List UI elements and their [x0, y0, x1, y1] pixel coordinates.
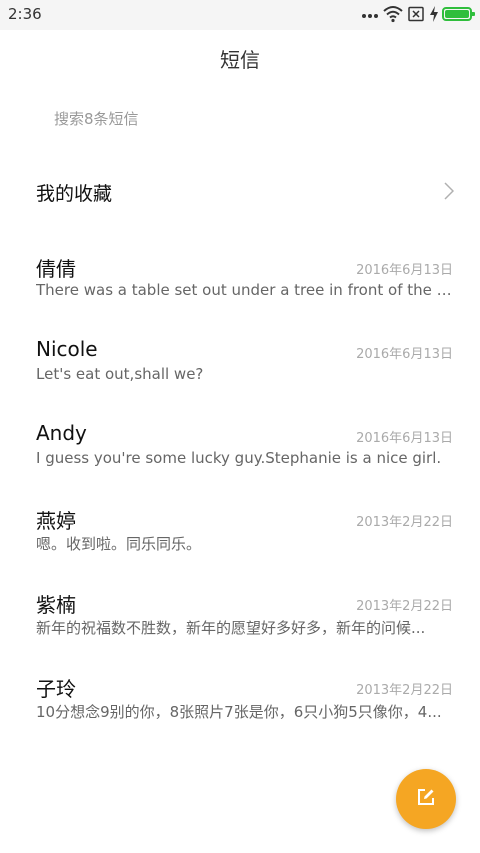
compose-icon — [416, 787, 436, 811]
message-date: 2013年2月22日 — [356, 683, 453, 698]
status-bar: 2:36 — [0, 0, 480, 30]
message-snippet: 10分想念9别的你，8张照片7张是你，6只小狗5只像你，4... — [36, 703, 442, 721]
message-snippet: I guess you're some lucky guy.Stephanie … — [36, 449, 442, 467]
favorites-label: 我的收藏 — [36, 183, 113, 205]
compose-button[interactable] — [396, 769, 456, 829]
contact-name: Nicole — [36, 337, 98, 361]
conversation-item[interactable]: 燕婷 2013年2月22日 嗯。收到啦。同乐同乐。 — [0, 492, 480, 576]
message-snippet: There was a table set out under a tree i… — [36, 281, 454, 299]
more-dots-icon — [361, 5, 379, 23]
message-snippet: 新年的祝福数不胜数，新年的愿望好多好多，新年的问候... — [36, 619, 426, 637]
chevron-right-icon — [444, 182, 455, 204]
contact-name: 燕婷 — [36, 509, 76, 533]
message-snippet: Let's eat out,shall we? — [36, 365, 204, 383]
conversation-list: 倩倩 2016年6月13日 There was a table set out … — [0, 240, 480, 744]
page-title: 短信 — [220, 48, 260, 72]
wifi-icon — [383, 5, 403, 23]
message-date: 2013年2月22日 — [356, 599, 453, 614]
contact-name: Andy — [36, 421, 87, 445]
message-date: 2016年6月13日 — [356, 347, 453, 362]
status-time: 2:36 — [8, 5, 42, 23]
status-icons — [361, 5, 475, 23]
conversation-item[interactable]: 倩倩 2016年6月13日 There was a table set out … — [0, 240, 480, 324]
message-date: 2013年2月22日 — [356, 515, 453, 530]
message-date: 2016年6月13日 — [356, 431, 453, 446]
message-date: 2016年6月13日 — [356, 263, 453, 278]
contact-name: 紫楠 — [36, 593, 76, 617]
contact-name: 子玲 — [36, 677, 76, 701]
favorites-row[interactable]: 我的收藏 — [0, 165, 480, 217]
conversation-item[interactable]: 紫楠 2013年2月22日 新年的祝福数不胜数，新年的愿望好多好多，新年的问候.… — [0, 576, 480, 660]
message-snippet: 嗯。收到啦。同乐同乐。 — [36, 535, 202, 553]
conversation-item[interactable]: Andy 2016年6月13日 I guess you're some luck… — [0, 408, 480, 492]
battery-icon — [442, 7, 475, 21]
conversation-item[interactable]: Nicole 2016年6月13日 Let's eat out,shall we… — [0, 324, 480, 408]
charging-icon — [429, 6, 439, 22]
no-sim-icon — [408, 6, 424, 22]
conversation-item[interactable]: 子玲 2013年2月22日 10分想念9别的你，8张照片7张是你，6只小狗5只像… — [0, 660, 480, 744]
search-input[interactable] — [54, 107, 434, 131]
sms-screen: 2:36 短信 我的收藏 倩倩 2016年6月13日 — [0, 0, 480, 853]
contact-name: 倩倩 — [36, 257, 76, 281]
